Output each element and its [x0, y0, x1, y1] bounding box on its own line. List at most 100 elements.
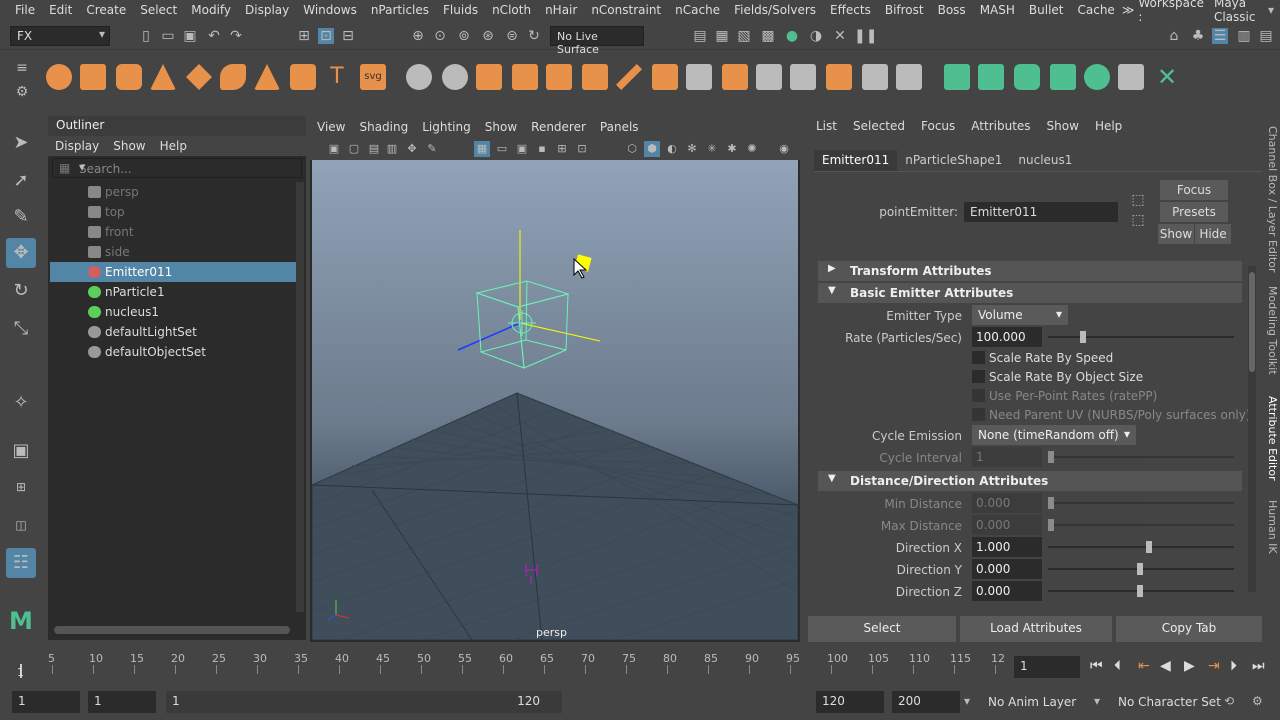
hide-button[interactable]: Hide [1195, 224, 1231, 244]
shelf-menu-icon[interactable]: ≡ [14, 60, 30, 76]
select-tool-icon[interactable]: ➤ [6, 128, 36, 158]
use-per-point-rates-checkbox[interactable] [972, 389, 985, 402]
ae-menu-help[interactable]: Help [1087, 116, 1130, 136]
min-distance-field[interactable]: 0.000 [972, 493, 1042, 513]
presets-button[interactable]: Presets [1160, 202, 1228, 222]
outliner-item-persp[interactable]: persp [50, 182, 296, 202]
gate-mask-icon[interactable]: ▪ [534, 141, 550, 157]
load-attributes-button[interactable]: Load Attributes [960, 616, 1112, 642]
redo-icon[interactable]: ↷ [228, 28, 244, 44]
slider-knob[interactable] [1048, 519, 1054, 531]
outliner-menu-show[interactable]: Show [106, 136, 152, 156]
outliner-item-side[interactable]: side [50, 242, 296, 262]
use-lights-icon[interactable]: ◐ [664, 141, 680, 157]
move-tool-icon[interactable]: ✥ [6, 238, 36, 268]
snap-curve-icon[interactable]: ⊙ [432, 28, 448, 44]
render-view-icon[interactable]: ▧ [736, 28, 752, 44]
menu-modify[interactable]: Modify [184, 3, 238, 17]
snap-surface-icon[interactable]: ⊜ [504, 28, 520, 44]
constraint-icon[interactable]: ✕ [1154, 64, 1180, 90]
playback-end-field[interactable]: 120 [816, 691, 884, 713]
ae-menu-list[interactable]: List [808, 116, 845, 136]
filter-icon[interactable]: ▦ [59, 161, 70, 175]
time-slider[interactable]: 5 10 15 20 25 30 35 40 45 50 55 60 65 70 75 80 85 90 95 100… [0, 650, 1280, 684]
snap-point-icon[interactable]: ⊚ [456, 28, 472, 44]
safe-action-icon[interactable]: ⊡ [574, 141, 590, 157]
undo-icon[interactable]: ↶ [206, 28, 222, 44]
outliner-item-front[interactable]: front [50, 222, 296, 242]
nparticles-icon[interactable] [944, 64, 970, 90]
direction-y-field[interactable]: 0.000 [972, 559, 1042, 579]
film-gate-icon[interactable]: ▭ [494, 141, 510, 157]
slider-knob[interactable] [1048, 451, 1054, 463]
tab-nucleus1[interactable]: nucleus1 [1010, 150, 1080, 171]
viewport-menu-show[interactable]: Show [478, 116, 524, 138]
tab-modeling-toolkit[interactable]: Modeling Toolkit [1266, 286, 1279, 375]
wireframe-icon[interactable]: ⬡ [624, 141, 640, 157]
focus-button[interactable]: Focus [1160, 180, 1228, 200]
viewport-menu-panels[interactable]: Panels [593, 116, 646, 138]
chevron-down-icon[interactable]: ▾ [1094, 694, 1100, 708]
viewport-menu-view[interactable]: View [310, 116, 352, 138]
snap-view-icon[interactable]: ↻ [526, 28, 542, 44]
viewport-menu-renderer[interactable]: Renderer [524, 116, 593, 138]
menu-select[interactable]: Select [133, 3, 184, 17]
menuset-dropdown[interactable]: FX ▾ [10, 26, 110, 46]
fill-hole-icon[interactable] [826, 64, 852, 90]
cycle-interval-slider[interactable] [1048, 451, 1234, 463]
menu-display[interactable]: Display [238, 3, 296, 17]
outliner-item-defaultobjectset[interactable]: defaultObjectSet [50, 342, 296, 362]
chevron-down-icon[interactable]: ▾ [79, 160, 297, 174]
scale-rate-by-object-size-checkbox[interactable] [972, 370, 985, 383]
menu-nparticles[interactable]: nParticles [364, 3, 436, 17]
scale-rate-by-speed-checkbox[interactable] [972, 351, 985, 364]
smooth-shade-icon[interactable]: ⬢ [644, 141, 660, 157]
isolate-icon[interactable]: ✱ [724, 141, 740, 157]
menu-ncloth[interactable]: nCloth [485, 3, 538, 17]
image-plane-icon[interactable]: ▥ [384, 141, 400, 157]
snap-plane-icon[interactable]: ⊛ [480, 28, 496, 44]
workspace-dropdown[interactable]: Maya Classic [1207, 0, 1264, 24]
menu-mash[interactable]: MASH [973, 3, 1022, 17]
viewport-menu-shading[interactable]: Shading [352, 116, 415, 138]
poly-cylinder-icon[interactable] [116, 64, 142, 90]
ae-scrollbar[interactable] [1248, 266, 1256, 592]
rate-slider[interactable] [1048, 331, 1234, 343]
two-pane-icon[interactable]: ◫ [6, 510, 36, 540]
step-back-frame-icon[interactable]: ⏴ [1114, 658, 1121, 674]
direction-z-slider[interactable] [1048, 585, 1234, 597]
preferences-icon[interactable]: ⚙ [1252, 694, 1263, 708]
snap-grid-icon[interactable]: ⊕ [410, 28, 426, 44]
bridge-icon[interactable] [582, 64, 608, 90]
outliner-hscrollbar[interactable] [54, 626, 290, 634]
play-forwards-icon[interactable]: ▶ [1184, 658, 1195, 674]
menu-windows[interactable]: Windows [296, 3, 364, 17]
range-slider[interactable]: 1 120 [166, 691, 562, 713]
direction-x-field[interactable]: 1.000 [972, 537, 1042, 557]
menu-fluids[interactable]: Fluids [436, 3, 485, 17]
section-transform-attributes[interactable]: ▶ Transform Attributes [818, 261, 1242, 281]
ipr-render-icon[interactable]: ▩ [760, 28, 776, 44]
bevel-icon[interactable] [686, 64, 712, 90]
single-pane-icon[interactable]: ▣ [6, 436, 36, 466]
chevron-down-icon[interactable]: ▾ [964, 694, 970, 708]
render-frame-icon[interactable]: ▦ [714, 28, 730, 44]
copy-tab-button[interactable]: Copy Tab [1116, 616, 1262, 642]
pause-icon[interactable]: ❚❚ [854, 28, 877, 44]
poly-sphere-icon[interactable] [46, 64, 72, 90]
poly-type-icon[interactable]: T [324, 64, 350, 90]
uv-editor-icon[interactable] [896, 64, 922, 90]
select-hierarchy-icon[interactable]: ⊞ [296, 28, 312, 44]
poly-plane-icon[interactable] [186, 64, 212, 90]
viewport-menu-lighting[interactable]: Lighting [415, 116, 478, 138]
separate-icon[interactable] [442, 64, 468, 90]
character-set-dropdown[interactable]: No Character Set [1118, 695, 1221, 709]
select-object-icon[interactable]: ⊡ [318, 28, 334, 44]
direction-z-field[interactable]: 0.000 [972, 581, 1042, 601]
select-button[interactable]: Select [808, 616, 956, 642]
menu-nconstraint[interactable]: nConstraint [584, 3, 668, 17]
step-forward-key-icon[interactable]: ⇥ [1208, 658, 1220, 674]
outliner-scrollbar[interactable] [296, 182, 304, 612]
poly-torus-icon[interactable] [220, 64, 246, 90]
ae-menu-selected[interactable]: Selected [845, 116, 913, 136]
